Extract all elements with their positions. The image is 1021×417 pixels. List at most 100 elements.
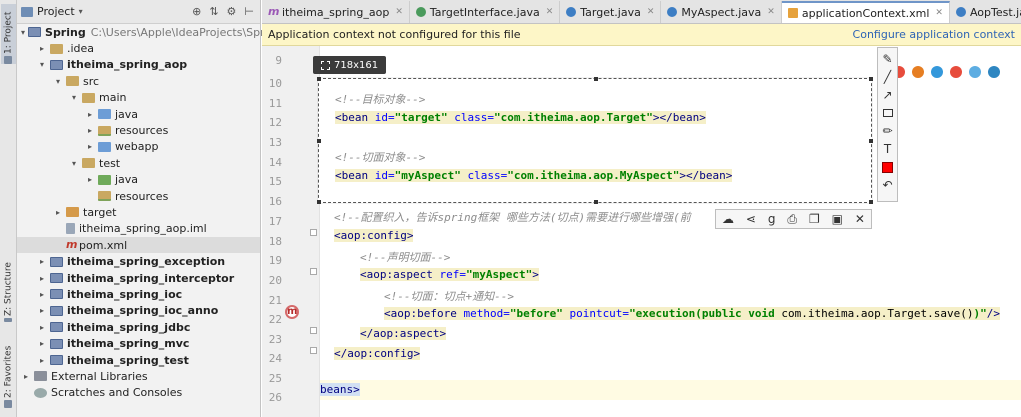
module-icon — [50, 322, 63, 333]
tree-item[interactable]: itheima_spring_aop.iml — [17, 221, 260, 237]
tree-item[interactable]: ▸ itheima_spring_ioc_anno — [17, 303, 260, 319]
chevron-down-icon[interactable]: ▾ — [79, 7, 83, 16]
line-icon[interactable]: ╱ — [881, 70, 895, 84]
close-tab-icon[interactable]: ✕ — [546, 7, 554, 17]
capture-selection[interactable]: <!--目标对象--> <bean id="target" class="com… — [317, 77, 873, 204]
tree-item[interactable]: ▸ itheima_spring_test — [17, 352, 260, 368]
cloud-upload-icon[interactable]: ☁ — [722, 212, 734, 226]
arrow-icon[interactable]: ↗ — [881, 88, 895, 102]
tree-item[interactable]: ▸ java — [17, 106, 260, 122]
chevron-right-icon[interactable]: ▸ — [85, 126, 95, 135]
collapse-icon[interactable]: ⇅ — [209, 5, 218, 18]
tree-item[interactable]: ▸ External Libraries — [17, 368, 260, 384]
fold-marker[interactable] — [310, 229, 317, 236]
marker-icon[interactable]: ✏ — [881, 124, 895, 138]
chevron-right-icon[interactable]: ▸ — [37, 323, 47, 332]
project-tool-tab[interactable]: 1: Project — [1, 4, 16, 64]
tree-item[interactable]: m pom.xml — [17, 237, 260, 254]
editor-tab[interactable]: MyAspect.java ✕ — [661, 1, 782, 23]
code-line-23: <aop:before method="before" pointcut="ex… — [384, 307, 1000, 320]
rectangle-icon[interactable] — [881, 106, 895, 120]
close-tab-icon[interactable]: ✕ — [647, 7, 655, 17]
chevron-right-icon[interactable]: ▸ — [37, 339, 47, 348]
tree-item[interactable]: ▸ java — [17, 172, 260, 188]
editor-tab[interactable]: applicationContext.xml ✕ — [781, 1, 950, 23]
chevron-down-icon[interactable]: ▾ — [53, 77, 63, 86]
sync-icon[interactable]: ⊕ — [192, 5, 201, 18]
color-swatch[interactable] — [881, 160, 895, 174]
tree-item-label: test — [99, 156, 121, 170]
editor-tab[interactable]: m itheima_spring_aop ✕ — [262, 1, 410, 23]
chevron-right-icon[interactable]: ▸ — [53, 208, 63, 217]
resize-handle[interactable] — [869, 200, 873, 204]
editor-tab-label: applicationContext.xml — [801, 6, 930, 20]
close-tab-icon[interactable]: ✕ — [935, 8, 943, 18]
hide-icon[interactable]: ⊢ — [244, 5, 254, 18]
resize-handle[interactable] — [594, 200, 598, 204]
fold-marker[interactable] — [310, 268, 317, 275]
beans-close-tag: beans> — [320, 383, 360, 396]
fold-marker[interactable] — [310, 347, 317, 354]
close-tab-icon[interactable]: ✕ — [395, 7, 403, 17]
comment-weave: <!--配置织入，告诉spring框架 哪些方法(切点)需要进行哪些增强(前 — [334, 211, 691, 224]
tree-item[interactable]: ▸ itheima_spring_exception — [17, 253, 260, 269]
tree-item[interactable]: ▸ target — [17, 204, 260, 220]
resize-handle[interactable] — [317, 139, 321, 143]
copy-icon[interactable]: ❐ — [809, 212, 820, 226]
chevron-right-icon[interactable]: ▸ — [85, 175, 95, 184]
tree-item[interactable]: ▸ .idea — [17, 40, 260, 56]
chevron-right-icon[interactable]: ▸ — [21, 372, 31, 381]
chevron-right-icon[interactable]: ▸ — [37, 274, 47, 283]
tree-item[interactable]: ▸ itheima_spring_jdbc — [17, 319, 260, 335]
tree-item[interactable]: resources — [17, 188, 260, 204]
editor-tab[interactable]: Target.java ✕ — [560, 1, 662, 23]
resize-handle[interactable] — [594, 77, 598, 81]
fold-marker[interactable] — [310, 327, 317, 334]
chevron-down-icon[interactable]: ▾ — [21, 28, 25, 37]
text-icon[interactable]: T — [881, 142, 895, 156]
structure-tool-tab[interactable]: Z: Structure — [1, 262, 16, 322]
tree-item[interactable]: ▸ itheima_spring_mvc — [17, 335, 260, 351]
chevron-right-icon[interactable]: ▸ — [37, 44, 47, 53]
chevron-right-icon[interactable]: ▸ — [37, 257, 47, 266]
chevron-right-icon[interactable]: ▸ — [85, 142, 95, 151]
resize-handle[interactable] — [317, 200, 321, 204]
pencil-icon[interactable]: ✎ — [881, 52, 895, 66]
module-icon — [50, 338, 63, 349]
print-icon[interactable]: ⎙ — [787, 212, 797, 227]
tree-item[interactable]: ▸ webapp — [17, 139, 260, 155]
undo-icon[interactable]: ↶ — [881, 178, 895, 192]
save-icon[interactable]: ▣ — [832, 212, 843, 226]
tree-item[interactable]: ▸ resources — [17, 122, 260, 138]
chevron-down-icon[interactable]: ▾ — [37, 60, 47, 69]
close-tab-icon[interactable]: ✕ — [767, 7, 775, 17]
chevron-right-icon[interactable]: ▸ — [37, 290, 47, 299]
tree-item[interactable]: ▸ itheima_spring_ioc — [17, 286, 260, 302]
favorites-tool-tab[interactable]: 2: Favorites — [1, 340, 16, 408]
tree-item[interactable]: ▸ itheima_spring_interceptor — [17, 270, 260, 286]
editor-tab[interactable]: AopTest.java✕ — [949, 1, 1021, 23]
configure-context-link[interactable]: Configure application context — [853, 28, 1015, 41]
tree-item[interactable]: ▾ Spring C:\Users\Apple\IdeaProjects\Sprin… — [17, 24, 282, 40]
chevron-down-icon[interactable]: ▾ — [69, 93, 79, 102]
chevron-right-icon[interactable]: ▸ — [37, 356, 47, 365]
tree-item[interactable]: ▾ test — [17, 155, 260, 171]
before-method-attr: method= — [463, 307, 510, 320]
search-engine-icon[interactable]: g — [768, 212, 776, 226]
resize-handle[interactable] — [869, 139, 873, 143]
editor-tab[interactable]: TargetInterface.java ✕ — [409, 1, 561, 23]
resize-handle[interactable] — [869, 77, 873, 81]
project-panel-title[interactable]: Project — [37, 5, 75, 18]
tree-item[interactable]: ▾ main — [17, 90, 260, 106]
tree-item[interactable]: ▾ src — [17, 73, 260, 89]
share-icon[interactable]: ⋖ — [746, 212, 756, 226]
resize-handle[interactable] — [317, 77, 321, 81]
close-icon[interactable]: ✕ — [855, 212, 865, 226]
tree-item[interactable]: ▾ itheima_spring_aop — [17, 57, 260, 73]
spring-aop-gutter-icon[interactable]: m — [285, 305, 299, 319]
settings-icon[interactable]: ⚙ — [227, 5, 237, 18]
chevron-right-icon[interactable]: ▸ — [37, 306, 47, 315]
chevron-down-icon[interactable]: ▾ — [69, 159, 79, 168]
tree-item[interactable]: Scratches and Consoles — [17, 385, 260, 401]
chevron-right-icon[interactable]: ▸ — [85, 110, 95, 119]
